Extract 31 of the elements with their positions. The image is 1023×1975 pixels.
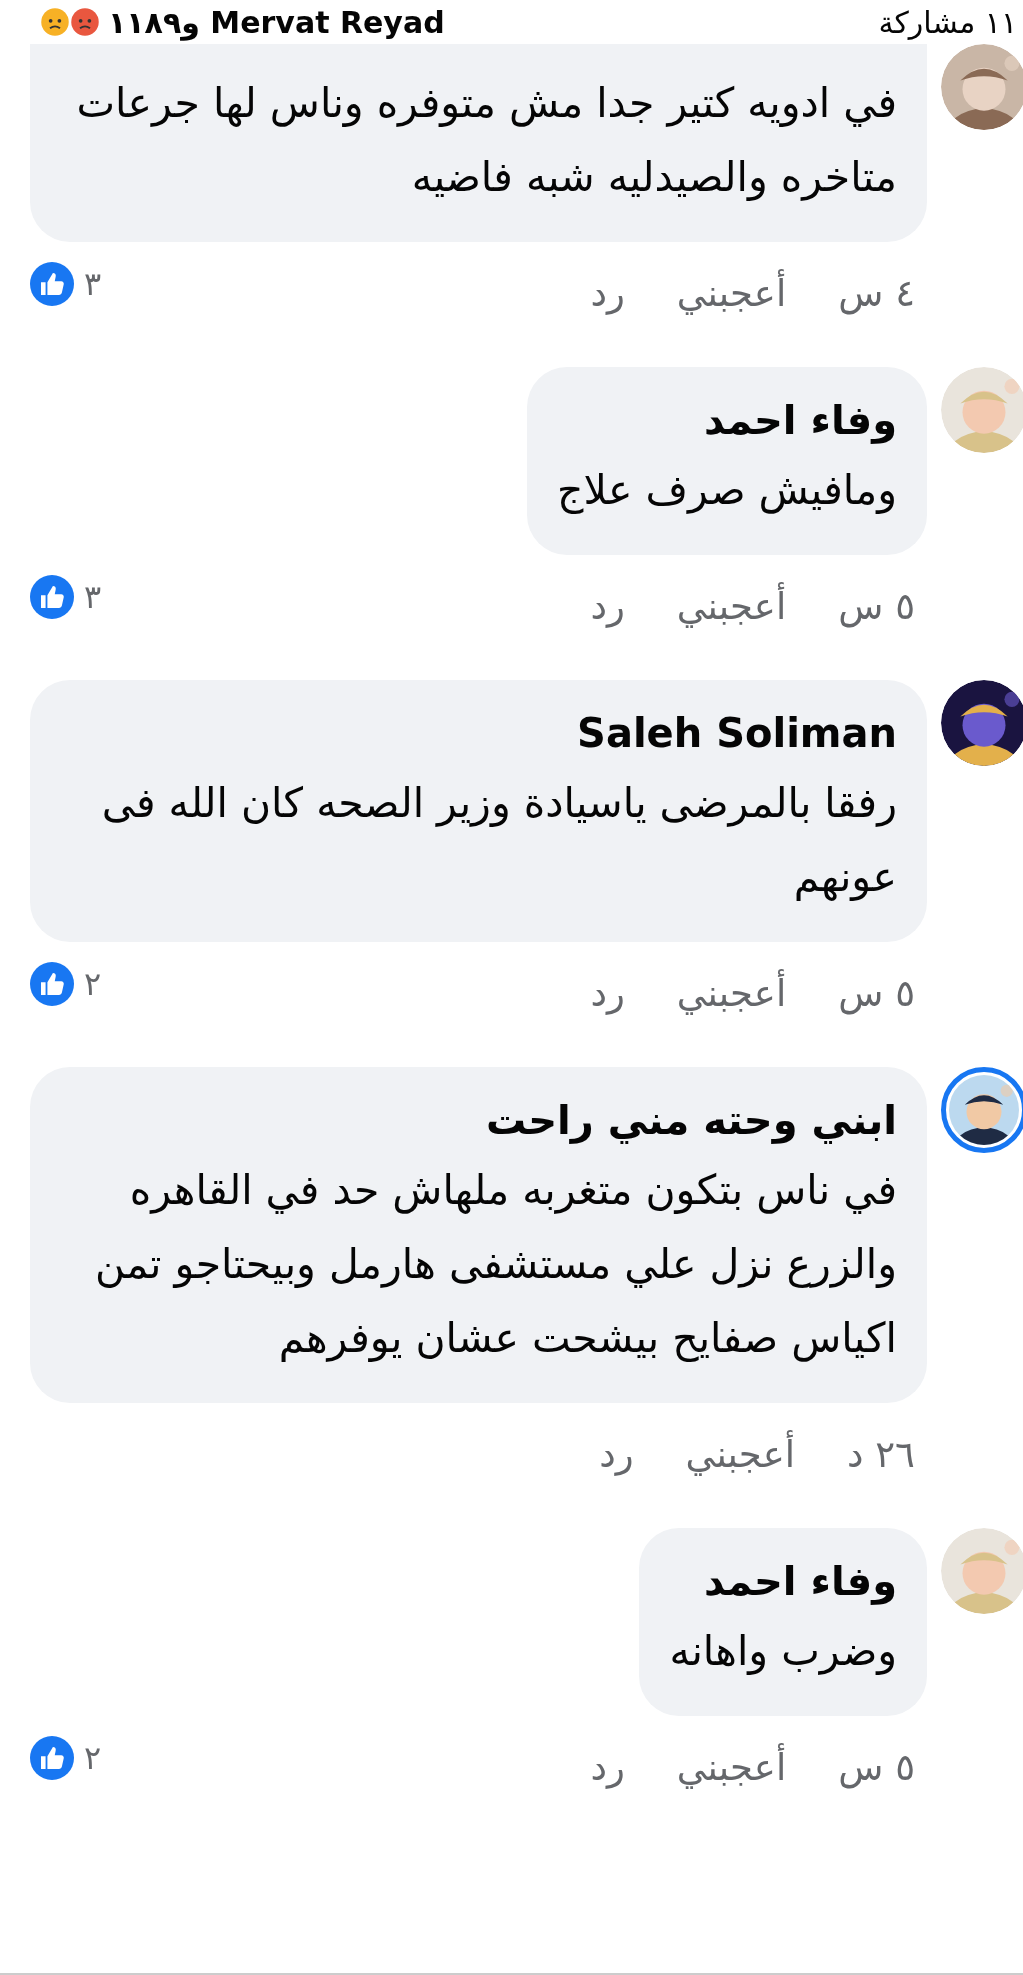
comment-text: في ادويه كتير جدا مش متوفره وناس لها جرعات متاخره والصيدليه شبه فاضيه [75, 78, 897, 203]
commenter-name[interactable]: وفاء احمد [557, 397, 897, 443]
commenter-name[interactable]: Saleh Soliman [60, 710, 897, 756]
comment-text: ومافيش صرف علاج [557, 465, 897, 516]
comment-text: رفقا بالمرضى ياسيادة وزير الصحه كان الله فى عونهم [100, 778, 897, 903]
reply-link[interactable]: رد [599, 1433, 634, 1476]
reply-link[interactable]: رد [590, 972, 625, 1015]
angry-emoji-icon [70, 7, 100, 37]
reaction-count: ٣ [84, 265, 102, 303]
comment-time: ٥ س [838, 1746, 915, 1789]
like-icon [30, 262, 74, 306]
shares-count[interactable]: ١١ مشاركة [878, 4, 1017, 40]
sad-emoji-icon [40, 7, 70, 37]
reaction-count: ٢ [84, 965, 102, 1003]
comment-time: ٥ س [838, 972, 915, 1015]
like-icon [30, 1736, 74, 1780]
commenter-name[interactable]: ابني وحته مني راحت [60, 1097, 897, 1143]
comment-time: ٥ س [838, 585, 915, 628]
commenter-name[interactable]: وفاء احمد [669, 1558, 897, 1604]
like-icon [30, 575, 74, 619]
like-icon [30, 962, 74, 1006]
comment-text: في ناس بتكون متغربه ملهاش حد في القاهره والزرع نزل علي مستشفى هارمل وبيحتاجو تمن اكياس صفايح بيشحت عشان يوفرهم [94, 1165, 897, 1364]
comment-time: ٤ س [838, 272, 915, 315]
comment-text: وضرب واهانه [669, 1626, 897, 1677]
comment-time: ٢٦ د [847, 1433, 915, 1476]
reaction-count: ٢ [84, 1739, 102, 1777]
reaction-count: ٣ [84, 578, 102, 616]
reply-link[interactable]: رد [590, 585, 625, 628]
reactors-text[interactable]: Mervat Reyad و١١٨٩ [108, 4, 445, 40]
reply-link[interactable]: رد [590, 272, 625, 315]
reply-link[interactable]: رد [590, 1746, 625, 1789]
